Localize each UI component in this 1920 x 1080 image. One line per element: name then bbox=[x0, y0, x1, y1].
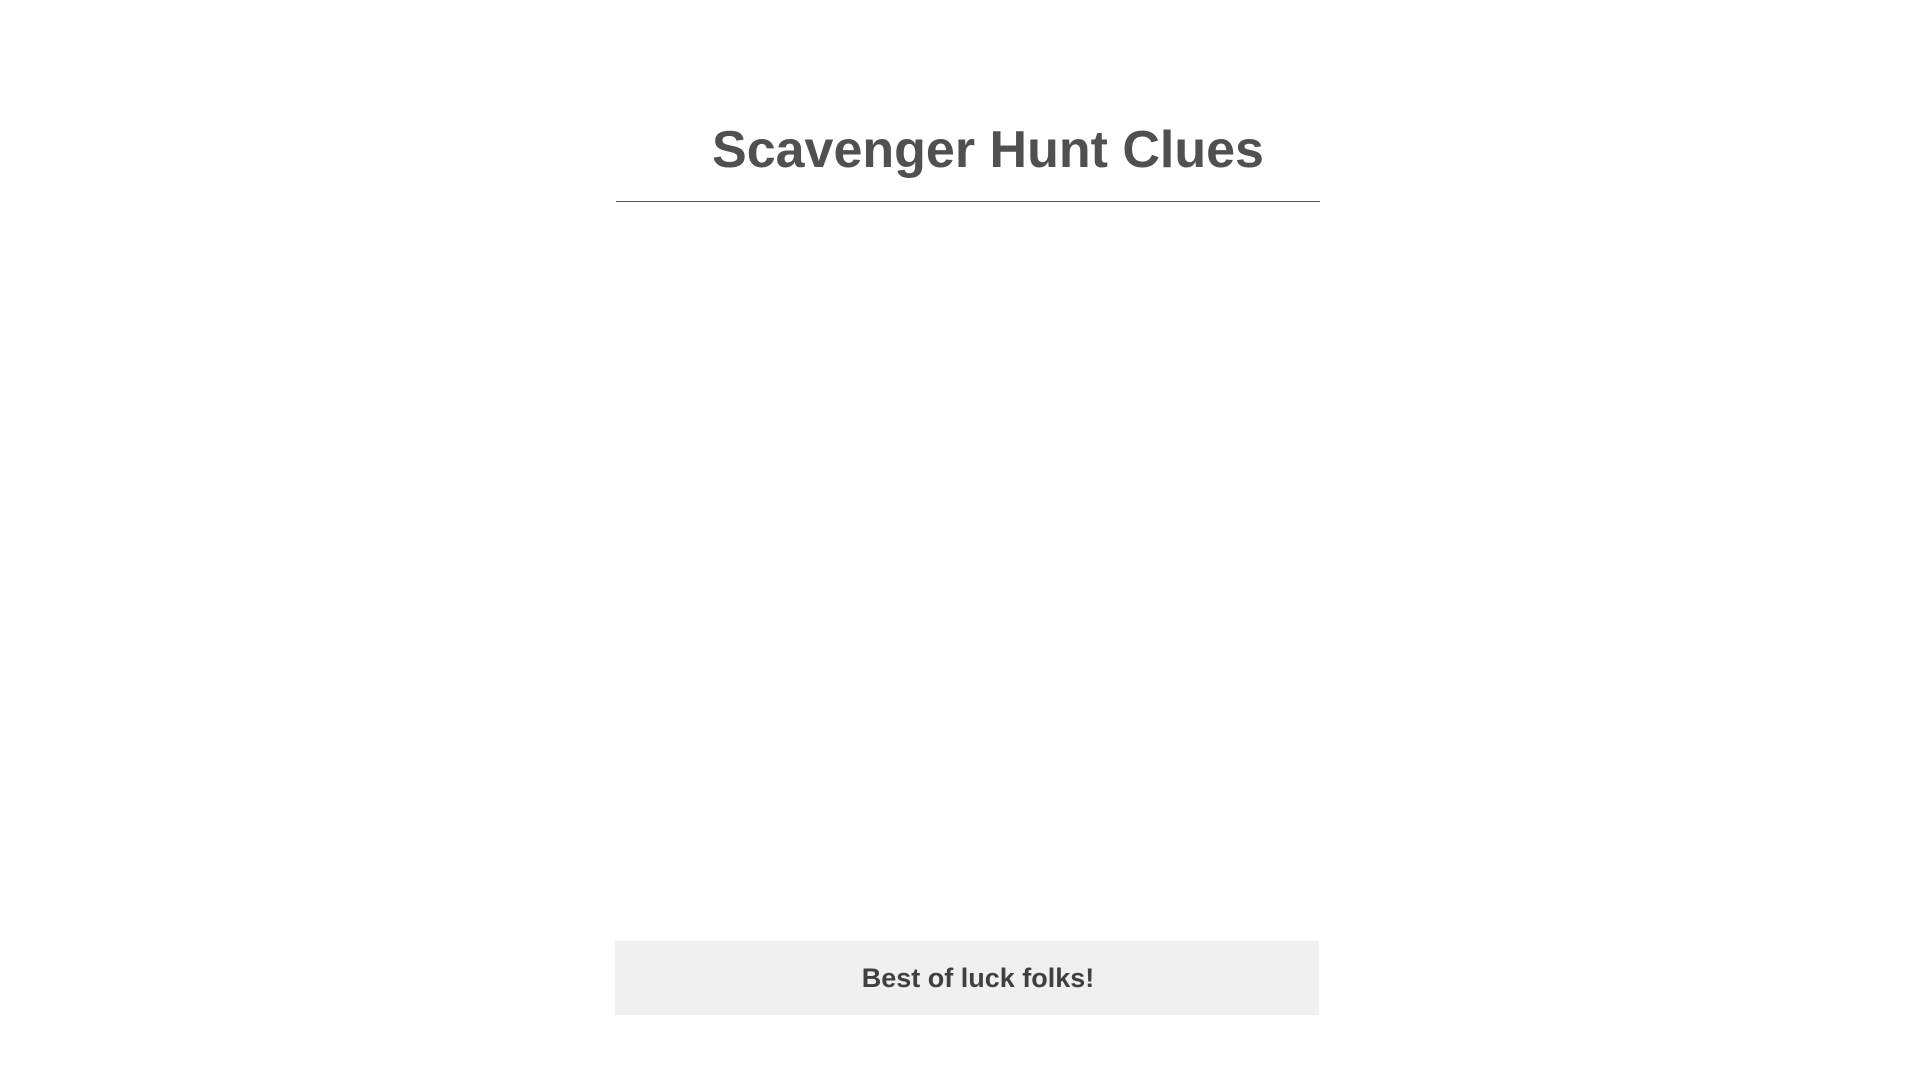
clues-content-area bbox=[616, 204, 1320, 940]
page: Scavenger Hunt Clues Best of luck folks! bbox=[0, 0, 1920, 1080]
title-divider bbox=[616, 201, 1320, 202]
footer-message: Best of luck folks! bbox=[861, 962, 1095, 993]
main-container: Scavenger Hunt Clues Best of luck folks! bbox=[615, 0, 1320, 1080]
page-title: Scavenger Hunt Clues bbox=[712, 121, 1264, 179]
footer-banner: Best of luck folks! bbox=[615, 941, 1319, 1015]
